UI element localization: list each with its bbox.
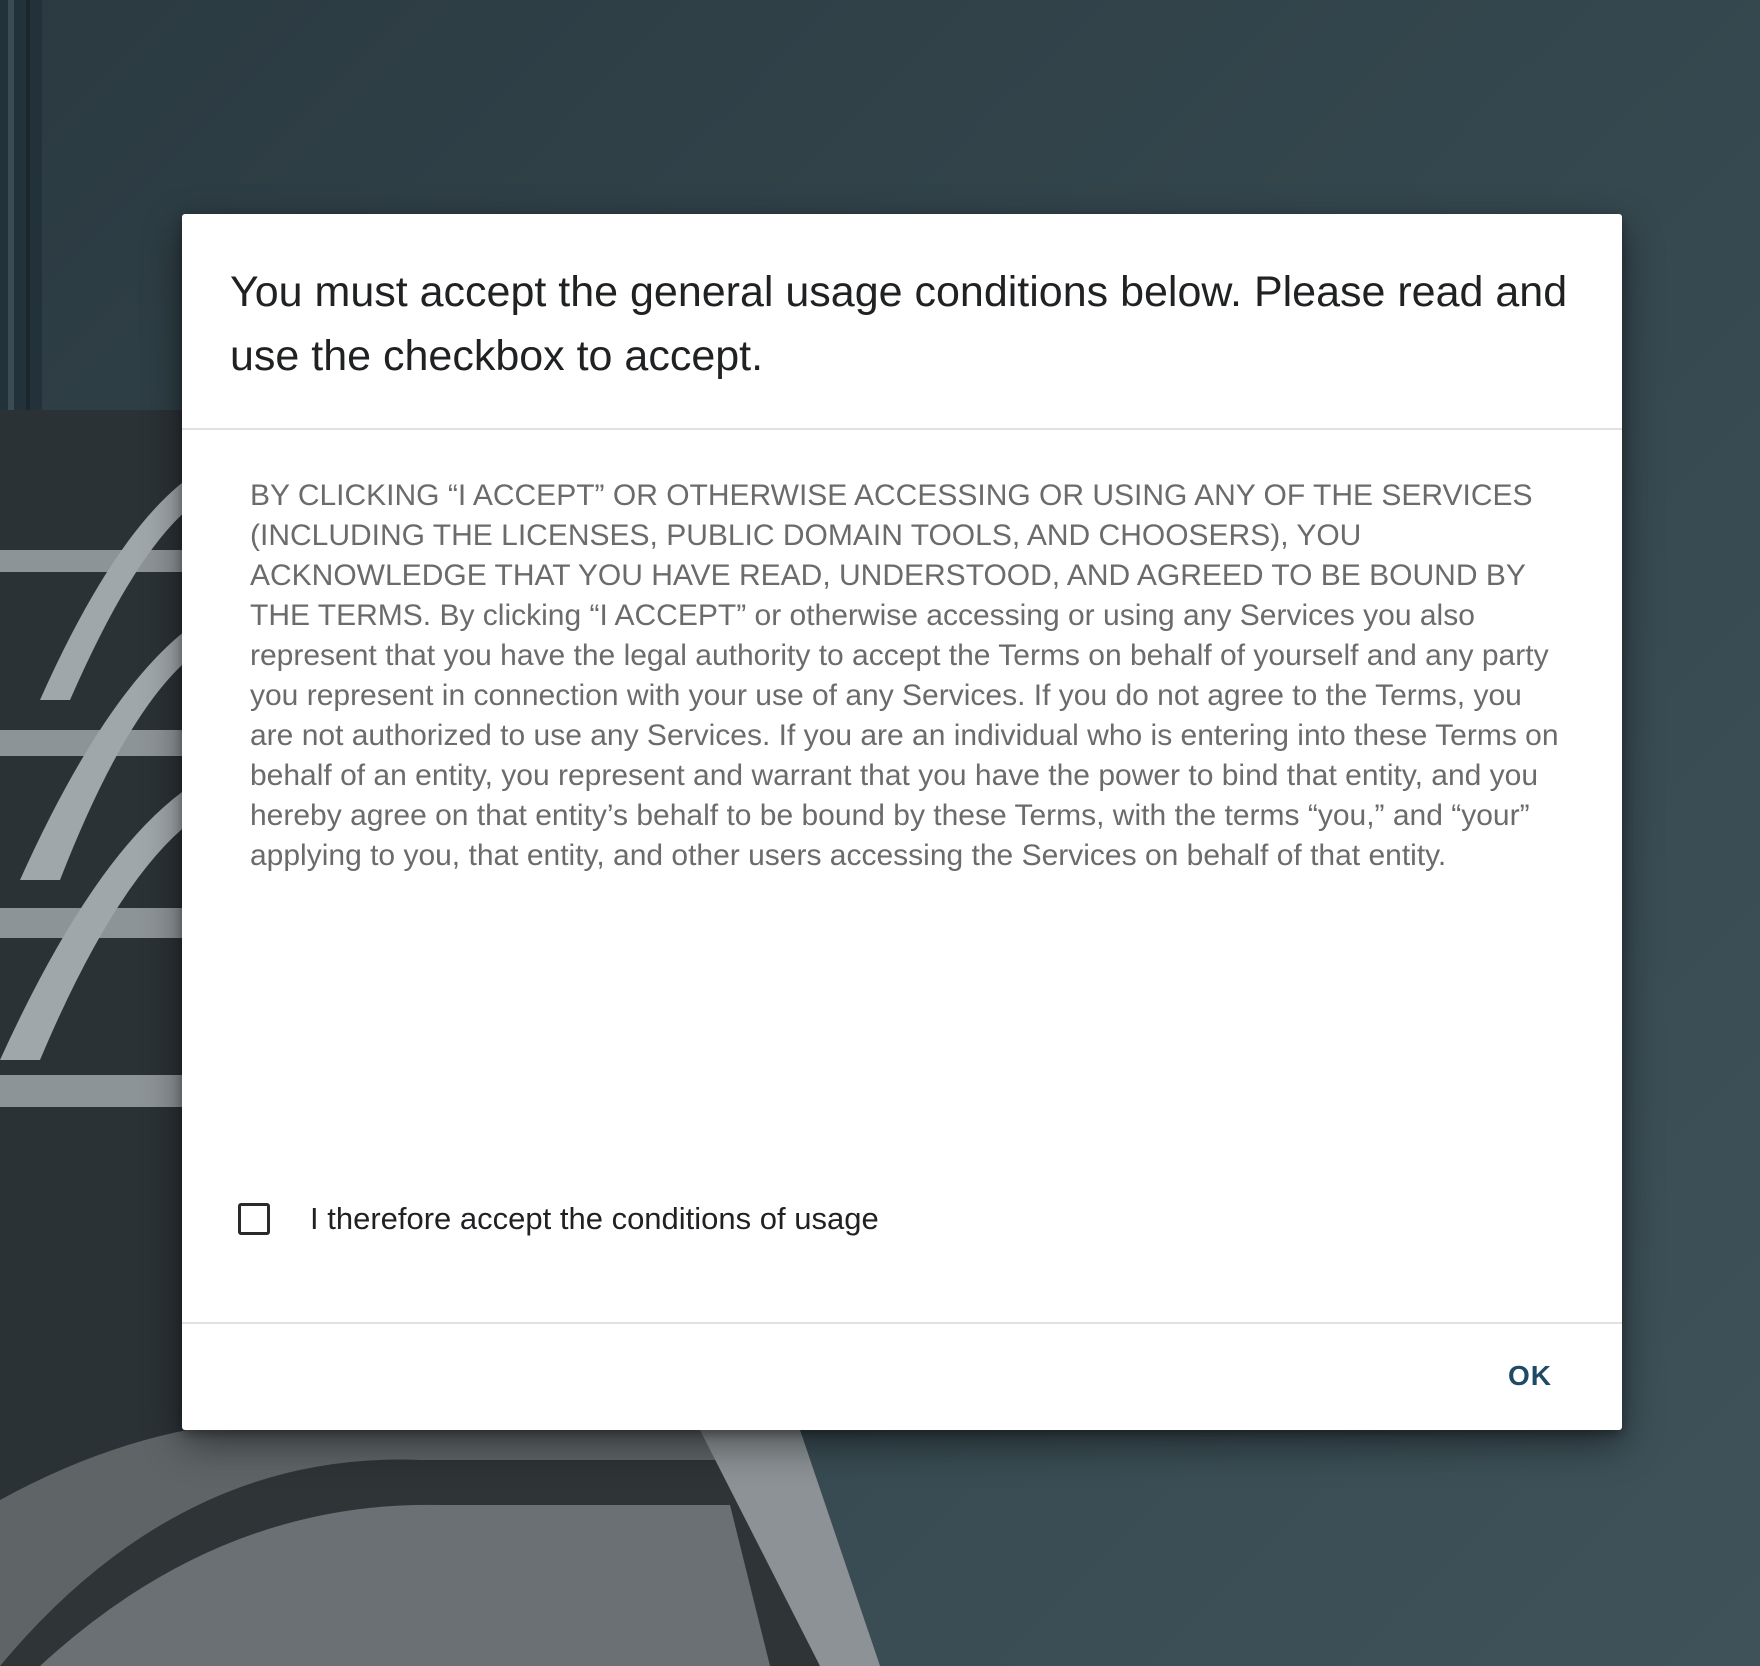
dialog-body: BY CLICKING “I ACCEPT” OR OTHERWISE ACCE… (182, 430, 1622, 1322)
usage-conditions-dialog: You must accept the general usage condit… (182, 214, 1622, 1430)
dialog-header: You must accept the general usage condit… (182, 214, 1622, 430)
ok-button[interactable]: OK (1490, 1344, 1570, 1408)
dialog-footer: OK (182, 1322, 1622, 1430)
accept-conditions-label[interactable]: I therefore accept the conditions of usa… (310, 1201, 879, 1237)
dialog-title: You must accept the general usage condit… (230, 268, 1568, 380)
accept-conditions-checkbox-row[interactable]: I therefore accept the conditions of usa… (232, 1194, 879, 1244)
terms-text: BY CLICKING “I ACCEPT” OR OTHERWISE ACCE… (250, 479, 1559, 872)
accept-conditions-checkbox[interactable] (238, 1203, 270, 1235)
